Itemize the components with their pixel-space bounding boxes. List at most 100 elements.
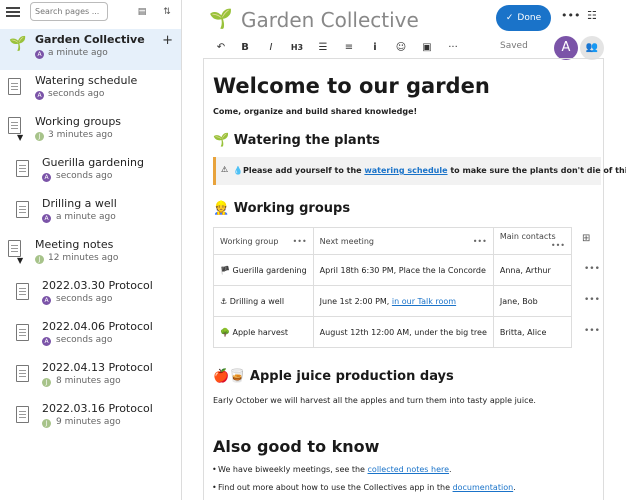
sidebar-page-protocol-2022-03-30[interactable]: 2022.03.30 Protocol A seconds ago — [0, 275, 181, 316]
ordered-list-icon[interactable]: ≡ — [342, 40, 356, 56]
page-meta: 8 minutes ago — [56, 376, 121, 386]
table-header[interactable]: Working group ••• — [213, 227, 314, 255]
table-settings-icon[interactable]: ⊞ — [582, 233, 590, 244]
italic-button[interactable]: I — [264, 40, 278, 56]
table-header[interactable]: Main contacts ••• — [492, 227, 573, 255]
page-meta: seconds ago — [48, 89, 105, 99]
collected-notes-link[interactable]: collected notes here — [368, 465, 450, 474]
avatar: A — [35, 50, 44, 59]
done-button[interactable]: ✓ Done — [496, 5, 551, 31]
document-icon — [16, 201, 29, 218]
page-title: 2022.03.30 Protocol — [42, 279, 153, 292]
document-icon — [8, 117, 21, 134]
bullet-list-icon[interactable]: ☰ — [316, 40, 330, 56]
section-good-to-know-heading: Also good to know — [213, 437, 380, 456]
intro-text: Come, organize and build shared knowledg… — [213, 107, 418, 116]
sidebar-page-protocol-2022-04-13[interactable]: 2022.04.13 Protocol J 8 minutes ago — [0, 357, 181, 398]
cell-text: June 1st 2:00 PM, — [319, 296, 392, 306]
document-icon — [16, 324, 29, 341]
callout-text-pre: 💧Please add yourself to the — [233, 166, 365, 175]
plant-icon: 🌱 — [9, 36, 27, 52]
more-actions-icon[interactable]: ••• — [561, 9, 580, 22]
page-title: 2022.04.06 Protocol — [42, 320, 153, 333]
callout-text: 💧Please add yourself to the watering sch… — [233, 166, 626, 175]
image-icon[interactable]: ▣ — [420, 40, 434, 56]
emoji-icon[interactable]: ☺ — [394, 40, 408, 56]
list-item-text: We have biweekly meetings, see the — [218, 465, 368, 474]
check-icon: ✓ — [505, 13, 514, 23]
hamburger-menu-icon[interactable] — [6, 5, 20, 19]
sidebar-page-drilling-a-well[interactable]: Drilling a well A a minute ago — [0, 193, 181, 234]
avatar: J — [35, 255, 44, 264]
add-page-button[interactable]: + — [162, 33, 173, 48]
sidebar-page-guerilla-gardening[interactable]: Guerilla gardening A seconds ago — [0, 152, 181, 193]
table-cell[interactable]: June 1st 2:00 PM, in our Talk room — [312, 285, 494, 317]
section-apple-juice-heading: 🍎🥃 Apple juice production days — [213, 369, 454, 384]
document-icon — [16, 283, 29, 300]
header-label: Main contacts — [499, 232, 556, 241]
table-row: ⚓ Drilling a well June 1st 2:00 PM, in o… — [213, 285, 573, 317]
row-menu-icon[interactable]: ••• — [584, 295, 600, 305]
collapse-triangle-icon[interactable]: ▼ — [17, 133, 23, 142]
info-callout-icon[interactable]: i — [368, 40, 382, 56]
column-menu-icon[interactable]: ••• — [293, 237, 307, 246]
table-cell[interactable]: Anna, Arthur — [492, 254, 573, 286]
table-header[interactable]: Next meeting ••• — [312, 227, 494, 255]
sidebar-header: ▤ ⇅ — [0, 0, 181, 26]
undo-icon[interactable]: ↶ — [214, 40, 228, 56]
table-cell[interactable]: April 18th 6:30 PM, Place the la Concord… — [312, 254, 494, 286]
bold-button[interactable]: B — [238, 40, 252, 56]
sidebar-page-protocol-2022-04-06[interactable]: 2022.04.06 Protocol A seconds ago — [0, 316, 181, 357]
document-editor[interactable]: Welcome to our garden Come, organize and… — [203, 58, 626, 500]
template-icon[interactable]: ▤ — [136, 6, 148, 18]
row-menu-icon[interactable]: ••• — [584, 326, 600, 336]
sidebar: ▤ ⇅ 🌱 Garden Collective A a minute ago +… — [0, 0, 182, 500]
talk-room-link[interactable]: in our Talk room — [392, 297, 456, 306]
table-cell[interactable]: ⚓ Drilling a well — [213, 285, 314, 317]
sidebar-page-protocol-2022-03-16[interactable]: 2022.03.16 Protocol J 9 minutes ago — [0, 398, 181, 439]
watering-schedule-link[interactable]: watering schedule — [364, 166, 447, 175]
done-label: Done — [517, 13, 542, 23]
heading-button[interactable]: H3 — [290, 40, 304, 56]
user-avatar[interactable]: A — [554, 36, 578, 60]
sidebar-toggle-icon[interactable]: ☷ — [587, 9, 597, 22]
working-groups-table: Working group ••• Next meeting ••• Main co… — [213, 227, 573, 348]
page-meta: seconds ago — [56, 171, 113, 181]
cell-text: August 12th 12:00 AM, under the big tree — [319, 327, 487, 337]
collapse-triangle-icon[interactable]: ▼ — [17, 256, 23, 265]
table-cell[interactable]: 🏴 Guerilla gardening — [213, 254, 314, 286]
table-cell[interactable]: Jane, Bob — [492, 285, 573, 317]
warning-callout: ⚠ 💧Please add yourself to the watering s… — [213, 157, 626, 185]
table-row: 🏴 Guerilla gardening April 18th 6:30 PM,… — [213, 254, 573, 286]
warning-icon: ⚠ — [221, 165, 229, 174]
search-input[interactable] — [30, 2, 108, 21]
sidebar-page-working-groups[interactable]: ▼ Working groups J 3 minutes ago — [0, 111, 181, 152]
page-title: Working groups — [35, 115, 122, 128]
more-formatting-icon[interactable]: ··· — [446, 40, 460, 56]
avatar: A — [42, 214, 51, 223]
document-heading: Welcome to our garden — [213, 74, 490, 98]
document-icon — [8, 78, 21, 95]
sidebar-page-watering-schedule[interactable]: Watering schedule A seconds ago — [0, 70, 181, 111]
document-icon — [16, 160, 29, 177]
page-meta: a minute ago — [56, 212, 116, 222]
sidebar-page-meeting-notes[interactable]: ▼ Meeting notes J 12 minutes ago — [0, 234, 181, 275]
table-cell[interactable]: Britta, Alice — [492, 316, 573, 348]
page-title: Drilling a well — [42, 197, 117, 210]
column-menu-icon[interactable]: ••• — [551, 241, 565, 250]
table-cell[interactable]: August 12th 12:00 AM, under the big tree — [312, 316, 494, 348]
column-menu-icon[interactable]: ••• — [473, 237, 487, 246]
table-cell[interactable]: 🌳 Apple harvest — [213, 316, 314, 348]
page-title[interactable]: Garden Collective — [241, 8, 419, 32]
page-title: Guerilla gardening — [42, 156, 144, 169]
documentation-link[interactable]: documentation — [453, 483, 514, 492]
editor-toolbar: ↶ B I H3 ☰ ≡ i ☺ ▣ ··· Saved — [203, 40, 613, 58]
sidebar-page-garden-collective[interactable]: 🌱 Garden Collective A a minute ago + — [0, 29, 181, 70]
header-label: Next meeting — [319, 236, 374, 246]
list-item: Find out more about how to use the Colle… — [212, 483, 516, 492]
sort-icon[interactable]: ⇅ — [161, 6, 173, 18]
section-working-groups-heading: 👷 Working groups — [213, 201, 351, 216]
document-icon — [8, 240, 21, 257]
members-icon[interactable]: 👥 — [580, 36, 604, 60]
row-menu-icon[interactable]: ••• — [584, 264, 600, 274]
